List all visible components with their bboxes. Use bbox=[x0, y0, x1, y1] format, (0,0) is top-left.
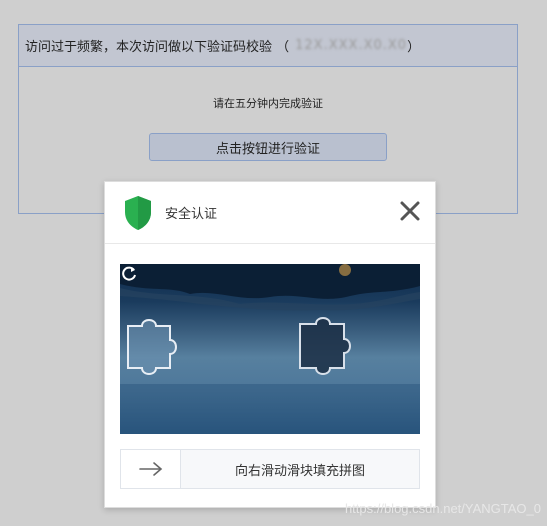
close-icon[interactable] bbox=[399, 200, 421, 222]
slider-label: 向右滑动滑块填充拼图 bbox=[234, 463, 365, 479]
modal-header: 安全认证 bbox=[105, 182, 435, 244]
panel-instruction: 请在五分钟内完成验证 bbox=[213, 97, 323, 110]
panel-header-close: ） bbox=[407, 40, 421, 55]
captcha-modal: 安全认证 向右滑动滑块填充拼图 bbox=[104, 181, 436, 508]
arrow-right-icon bbox=[138, 462, 162, 476]
watermark: https://blog.csdn.net/YANGTAO_0 bbox=[344, 501, 541, 516]
blurred-ip-address: 12X.XXX.X0.X0 bbox=[295, 38, 408, 53]
refresh-icon[interactable] bbox=[120, 264, 138, 282]
shield-icon bbox=[125, 195, 151, 230]
captcha-background bbox=[120, 264, 420, 434]
modal-title: 安全认证 bbox=[165, 207, 218, 222]
panel-header-text: 访问过于频繁，本次访问做以下验证码校验 （ bbox=[25, 40, 290, 55]
verify-button[interactable]: 点击按钮进行验证 bbox=[149, 133, 387, 161]
slider-track: 向右滑动滑块填充拼图 bbox=[120, 449, 420, 489]
slider-handle[interactable] bbox=[121, 450, 181, 488]
panel-header: 访问过于频繁，本次访问做以下验证码校验 （ 12X.XXX.X0.X0 ） bbox=[19, 25, 517, 67]
captcha-image bbox=[120, 264, 420, 434]
